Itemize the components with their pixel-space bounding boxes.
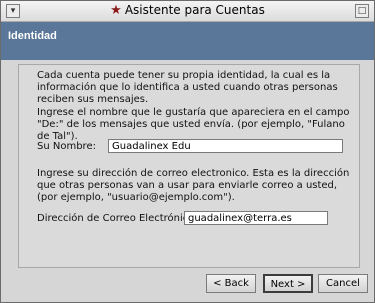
email-instructions: Ingrese su dirección de correo electroni… (37, 168, 350, 203)
window-title: Asistente para Cuentas (124, 3, 265, 17)
content-area: Cada cuenta puede tener su propia identi… (1, 60, 374, 268)
form-panel: Cada cuenta puede tener su propia identi… (18, 64, 360, 268)
account-wizard-window: ▾ ★ Asistente para Cuentas □ Identidad Ca… (0, 0, 375, 303)
title-bar[interactable]: ▾ ★ Asistente para Cuentas □ (1, 1, 374, 22)
back-button[interactable]: < Back (206, 274, 256, 293)
page-title: Identidad (8, 30, 57, 42)
intro-text: Cada cuenta puede tener su propia identi… (37, 70, 338, 105)
window-maximize-button[interactable]: □ (355, 4, 369, 18)
cancel-button[interactable]: Cancel (318, 274, 368, 293)
name-instructions: Ingrese el nombre que le gustaría que ap… (37, 107, 350, 142)
email-label: Dirección de Correo Electrónico: (37, 213, 198, 224)
page-header: Identidad (1, 22, 374, 60)
name-input[interactable]: Guadalinex Edu (108, 139, 343, 153)
window-title-group: ★ Asistente para Cuentas (1, 3, 374, 18)
name-label: Su Nombre: (37, 141, 96, 152)
star-icon: ★ (110, 3, 122, 18)
next-button[interactable]: Next > (263, 274, 313, 293)
email-input[interactable]: guadalinex@terra.es (184, 211, 328, 225)
